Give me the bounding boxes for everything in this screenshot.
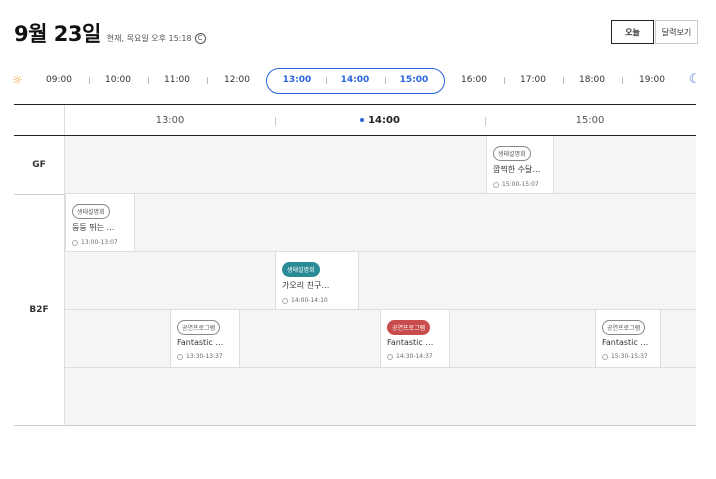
- hour-1900[interactable]: 19:00: [632, 75, 672, 85]
- event-time: 14:30-14:37: [387, 353, 449, 360]
- moon-icon: ☾: [689, 72, 701, 87]
- sun-icon: ☼: [12, 73, 23, 87]
- event-title: Fantastic …: [602, 338, 649, 347]
- event-card[interactable]: 공연프로그램 Fantastic … 13:30-13:37: [170, 310, 240, 367]
- event-time-text: 13:30-13:37: [186, 353, 223, 360]
- hour-0900[interactable]: 09:00: [39, 75, 79, 85]
- event-card[interactable]: 생태설명회 가오리 친구… 14:00-14:10: [275, 252, 359, 309]
- hour-tick: [148, 77, 149, 84]
- hour-tick: [563, 77, 564, 84]
- event-card[interactable]: 생태설명회 둥둥 뛰는 … 13:00-13:07: [65, 194, 135, 251]
- clock-icon: [602, 353, 608, 360]
- hour-1200[interactable]: 12:00: [217, 75, 257, 85]
- grid-bottom-border: [14, 425, 696, 426]
- event-time-text: 14:30-14:37: [396, 353, 433, 360]
- hour-1400[interactable]: 14:00: [335, 75, 375, 85]
- event-time-text: 14:00-14:10: [291, 297, 328, 304]
- lane-gf: 생태설명회 깜찍한 수달… 15:00-15:07: [65, 136, 696, 194]
- event-card[interactable]: 생태설명회 깜찍한 수달… 15:00-15:07: [486, 136, 554, 193]
- event-time-text: 13:00-13:07: [81, 239, 118, 246]
- hour-1000[interactable]: 10:00: [98, 75, 138, 85]
- floor-b2f-label: B2F: [14, 194, 65, 426]
- hour-tick: [385, 77, 386, 84]
- hour-1800[interactable]: 18:00: [572, 75, 612, 85]
- event-time: 14:00-14:10: [282, 297, 358, 304]
- clock-icon: [177, 353, 183, 360]
- page-title: 9월 23일: [14, 22, 101, 46]
- today-button[interactable]: 오늘: [611, 20, 654, 44]
- event-title: 가오리 친구…: [282, 281, 330, 290]
- current-time-dot: [360, 118, 365, 122]
- hour-tick: [504, 77, 505, 84]
- page-header: 9월 23일 현재, 목요일 오후 15:18 C: [14, 18, 206, 48]
- column-1400-label: 14:00: [368, 115, 400, 126]
- column-separator: [275, 117, 276, 126]
- hour-1500[interactable]: 15:00: [394, 75, 434, 85]
- event-category-badge: 생태설명회: [282, 262, 320, 277]
- column-1300: 13:00: [155, 115, 185, 126]
- event-time-text: 15:30-15:37: [611, 353, 648, 360]
- refresh-icon[interactable]: C: [194, 33, 206, 44]
- clock-icon: [493, 181, 499, 188]
- event-title: Fantastic …: [177, 338, 224, 347]
- lane-b2f-row1: 생태설명회 둥둥 뛰는 … 13:00-13:07: [65, 194, 696, 252]
- event-title: 둥둥 뛰는 …: [72, 223, 115, 232]
- event-category-badge: 공연프로그램: [387, 320, 431, 335]
- calendar-button[interactable]: 달력보기: [655, 20, 698, 44]
- current-time-label: 현재, 목요일 오후 15:18 C: [107, 33, 206, 44]
- current-time-text: 현재, 목요일 오후 15:18: [106, 34, 192, 43]
- hour-tick: [89, 77, 90, 84]
- hour-tick: [326, 77, 327, 84]
- event-card[interactable]: 공연프로그램 Fantastic … 14:30-14:37: [380, 310, 450, 367]
- hour-1600[interactable]: 16:00: [454, 75, 494, 85]
- schedule-grid: 13:00 14:00 15:00 GF 생태설명회 깜찍한 수달… 15:00…: [14, 104, 696, 426]
- hour-1300[interactable]: 13:00: [277, 75, 317, 85]
- event-title: Fantastic …: [387, 338, 434, 347]
- event-title: 깜찍한 수달…: [493, 165, 541, 174]
- column-separator: [485, 117, 486, 126]
- grid-corner: [14, 105, 65, 135]
- event-category-badge: 공연프로그램: [602, 320, 646, 335]
- event-time: 15:30-15:37: [602, 353, 660, 360]
- event-category-badge: 생태설명회: [72, 204, 110, 219]
- hour-tick: [207, 77, 208, 84]
- event-category-badge: 생태설명회: [493, 146, 531, 161]
- hour-1700[interactable]: 17:00: [513, 75, 553, 85]
- clock-icon: [282, 297, 288, 304]
- floor-gf-label: GF: [14, 136, 65, 194]
- lane-b2f-row3: 공연프로그램 Fantastic … 13:30-13:37 공연프로그램 Fa…: [65, 310, 696, 368]
- hour-1100[interactable]: 11:00: [157, 75, 197, 85]
- event-time: 13:00-13:07: [72, 239, 134, 246]
- lane-b2f-row2: 생태설명회 가오리 친구… 14:00-14:10: [65, 252, 696, 310]
- hour-tick: [622, 77, 623, 84]
- event-category-badge: 공연프로그램: [177, 320, 221, 335]
- clock-icon: [72, 239, 78, 246]
- view-toggle: 오늘 달력보기: [611, 20, 698, 44]
- column-1400: 14:00: [350, 115, 410, 126]
- time-selector: ☼ 09:00 10:00 11:00 12:00 13:00 14:00 15…: [0, 66, 716, 94]
- lane-b2f-row4: [65, 368, 696, 426]
- column-1500: 15:00: [575, 115, 605, 126]
- event-time: 13:30-13:37: [177, 353, 239, 360]
- clock-icon: [387, 353, 393, 360]
- grid-header: 13:00 14:00 15:00: [14, 104, 696, 136]
- event-time: 15:00-15:07: [493, 181, 553, 188]
- event-card[interactable]: 공연프로그램 Fantastic … 15:30-15:37: [595, 310, 661, 367]
- event-time-text: 15:00-15:07: [502, 181, 539, 188]
